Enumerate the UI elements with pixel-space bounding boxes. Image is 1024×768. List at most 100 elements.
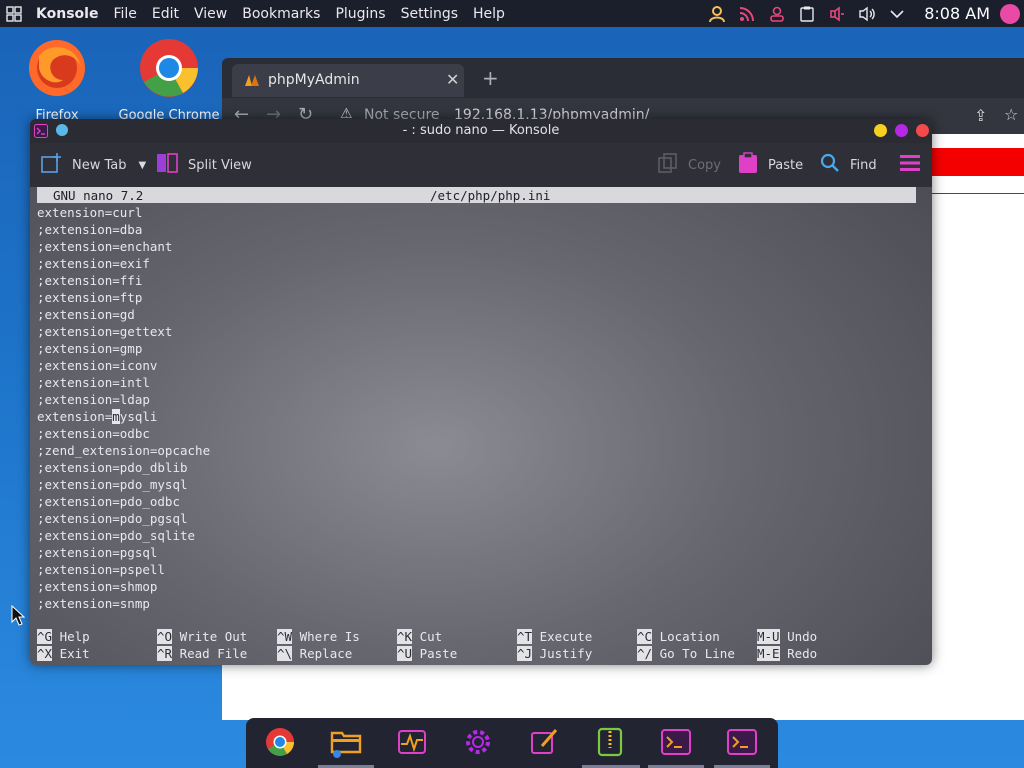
text-line[interactable]: ;extension=pdo_sqlite <box>37 527 210 544</box>
menu-file[interactable]: File <box>113 6 136 22</box>
close-tab-icon[interactable]: ✕ <box>446 70 459 89</box>
text-line[interactable]: ;extension=ffi <box>37 272 210 289</box>
text-line[interactable]: ;extension=ftp <box>37 289 210 306</box>
shortcut-cut[interactable]: ^K Cut <box>397 628 517 645</box>
desktop-icon-chrome[interactable]: Google Chrome <box>114 36 224 123</box>
text-line[interactable]: ;extension=intl <box>37 374 210 391</box>
text-line[interactable]: ;extension=shmop <box>37 578 210 595</box>
user-icon[interactable] <box>706 3 728 25</box>
chevron-down-icon[interactable]: ▼ <box>139 160 147 171</box>
dock-konsole-1[interactable] <box>656 726 696 762</box>
dock-konsole-2[interactable] <box>722 726 762 762</box>
menu-settings[interactable]: Settings <box>401 6 458 22</box>
dock-settings[interactable] <box>458 726 498 762</box>
split-view-button[interactable]: Split View <box>156 151 252 179</box>
shortcut-justify[interactable]: ^J Justify <box>517 645 637 662</box>
grid-icon <box>6 5 22 22</box>
text-line[interactable]: ;extension=pdo_odbc <box>37 493 210 510</box>
clipboard-icon[interactable] <box>796 3 818 25</box>
scrollbar[interactable] <box>918 187 926 665</box>
shortcut-row: ^G Help ^O Write Out ^W Where Is ^K Cut … <box>37 628 916 645</box>
new-tab-button[interactable]: New Tab ▼ <box>40 151 146 179</box>
active-app-name: Konsole <box>36 5 99 22</box>
dock-chrome[interactable] <box>260 726 300 762</box>
copy-label: Copy <box>688 157 721 173</box>
phpmyadmin-favicon-icon <box>244 72 260 92</box>
menu-edit[interactable]: Edit <box>152 6 179 22</box>
nano-shortcut-bar: ^G Help ^O Write Out ^W Where Is ^K Cut … <box>37 628 916 662</box>
menu-bar: Konsole File Edit View Bookmarks Plugins… <box>0 0 505 27</box>
text-line[interactable]: ;extension=gmp <box>37 340 210 357</box>
minimize-button[interactable] <box>874 124 887 137</box>
shortcut-redo[interactable]: M-E Redo <box>757 645 877 662</box>
share-icon[interactable]: ⇪ <box>974 106 987 125</box>
menu-bookmarks[interactable]: Bookmarks <box>242 6 320 22</box>
text-line[interactable]: ;extension=gd <box>37 306 210 323</box>
text-line[interactable]: ;extension=snmp <box>37 595 210 612</box>
menu-view[interactable]: View <box>194 6 227 22</box>
split-view-icon <box>156 153 178 177</box>
shortcut-write-out[interactable]: ^O Write Out <box>157 628 277 645</box>
clock[interactable]: 8:08 AM <box>924 4 990 23</box>
text-line[interactable]: ;extension=gettext <box>37 323 210 340</box>
maximize-button[interactable] <box>895 124 908 137</box>
shortcut-go-to-line[interactable]: ^/ Go To Line <box>637 645 757 662</box>
shortcut-help[interactable]: ^G Help <box>37 628 157 645</box>
menu-help[interactable]: Help <box>473 6 505 22</box>
nano-editor[interactable]: GNU nano 7.2 /etc/php/php.ini extension=… <box>36 187 916 665</box>
text-line[interactable]: ;extension=enchant <box>37 238 210 255</box>
hamburger-menu-button[interactable] <box>900 151 920 179</box>
cursor-line-suffix: ysqli <box>119 409 158 424</box>
shortcut-read-file[interactable]: ^R Read File <box>157 645 277 662</box>
file-content[interactable]: extension=curl ;extension=dba ;extension… <box>37 204 210 612</box>
text-line[interactable]: ;extension=pdo_pgsql <box>37 510 210 527</box>
dock-archive-manager[interactable] <box>590 726 630 762</box>
close-button[interactable] <box>916 124 929 137</box>
shortcut-exit[interactable]: ^X Exit <box>37 645 157 662</box>
shortcut-paste[interactable]: ^U Paste <box>397 645 517 662</box>
text-line[interactable]: ;extension=pdo_mysql <box>37 476 210 493</box>
konsole-titlebar[interactable]: - : sudo nano — Konsole <box>30 119 932 143</box>
find-button[interactable]: Find <box>820 151 877 179</box>
menu-plugins[interactable]: Plugins <box>335 6 385 22</box>
copy-button[interactable]: Copy <box>658 151 721 179</box>
konsole-window[interactable]: - : sudo nano — Konsole New Tab ▼ Split … <box>30 119 932 665</box>
text-line[interactable]: ;extension=pgsql <box>37 544 210 561</box>
chrome-icon <box>114 36 224 104</box>
bookmark-star-icon[interactable]: ☆ <box>1004 105 1018 124</box>
text-line[interactable]: ;extension=dba <box>37 221 210 238</box>
new-tab-button[interactable]: + <box>482 66 499 90</box>
shortcut-where-is[interactable]: ^W Where Is <box>277 628 397 645</box>
desktop-icon-firefox[interactable]: Firefox <box>2 36 112 123</box>
dock-file-manager[interactable] <box>326 726 366 762</box>
browser-tab-title: phpMyAdmin <box>268 72 360 88</box>
volume-icon[interactable] <box>856 3 878 25</box>
paste-icon <box>738 152 758 178</box>
shortcut-replace[interactable]: ^\ Replace <box>277 645 397 662</box>
text-line[interactable]: ;extension=ldap <box>37 391 210 408</box>
text-line[interactable]: ;extension=exif <box>37 255 210 272</box>
app-launcher-button[interactable] <box>0 0 28 27</box>
microphone-muted-icon[interactable] <box>826 3 848 25</box>
shortcut-undo[interactable]: M-U Undo <box>757 628 877 645</box>
shortcut-location[interactable]: ^C Location <box>637 628 757 645</box>
nano-filename: /etc/php/php.ini <box>430 187 551 203</box>
dock-system-monitor[interactable] <box>392 726 432 762</box>
account-icon[interactable] <box>766 3 788 25</box>
rss-icon[interactable] <box>736 3 758 25</box>
user-avatar[interactable] <box>1000 3 1020 24</box>
text-line[interactable]: ;zend_extension=opcache <box>37 442 210 459</box>
browser-tab[interactable]: phpMyAdmin ✕ <box>232 64 464 97</box>
text-line[interactable]: ;extension=iconv <box>37 357 210 374</box>
dock-text-editor[interactable] <box>524 726 564 762</box>
shortcut-execute[interactable]: ^T Execute <box>517 628 637 645</box>
cursor-line[interactable]: extension=mysqli <box>37 408 210 425</box>
text-line[interactable]: extension=curl <box>37 204 210 221</box>
edit-pencil-icon <box>528 726 560 762</box>
paste-button[interactable]: Paste <box>738 151 803 179</box>
text-cursor: m <box>112 409 120 424</box>
chevron-down-icon[interactable] <box>886 3 908 25</box>
text-line[interactable]: ;extension=pspell <box>37 561 210 578</box>
text-line[interactable]: ;extension=pdo_dblib <box>37 459 210 476</box>
text-line[interactable]: ;extension=odbc <box>37 425 210 442</box>
